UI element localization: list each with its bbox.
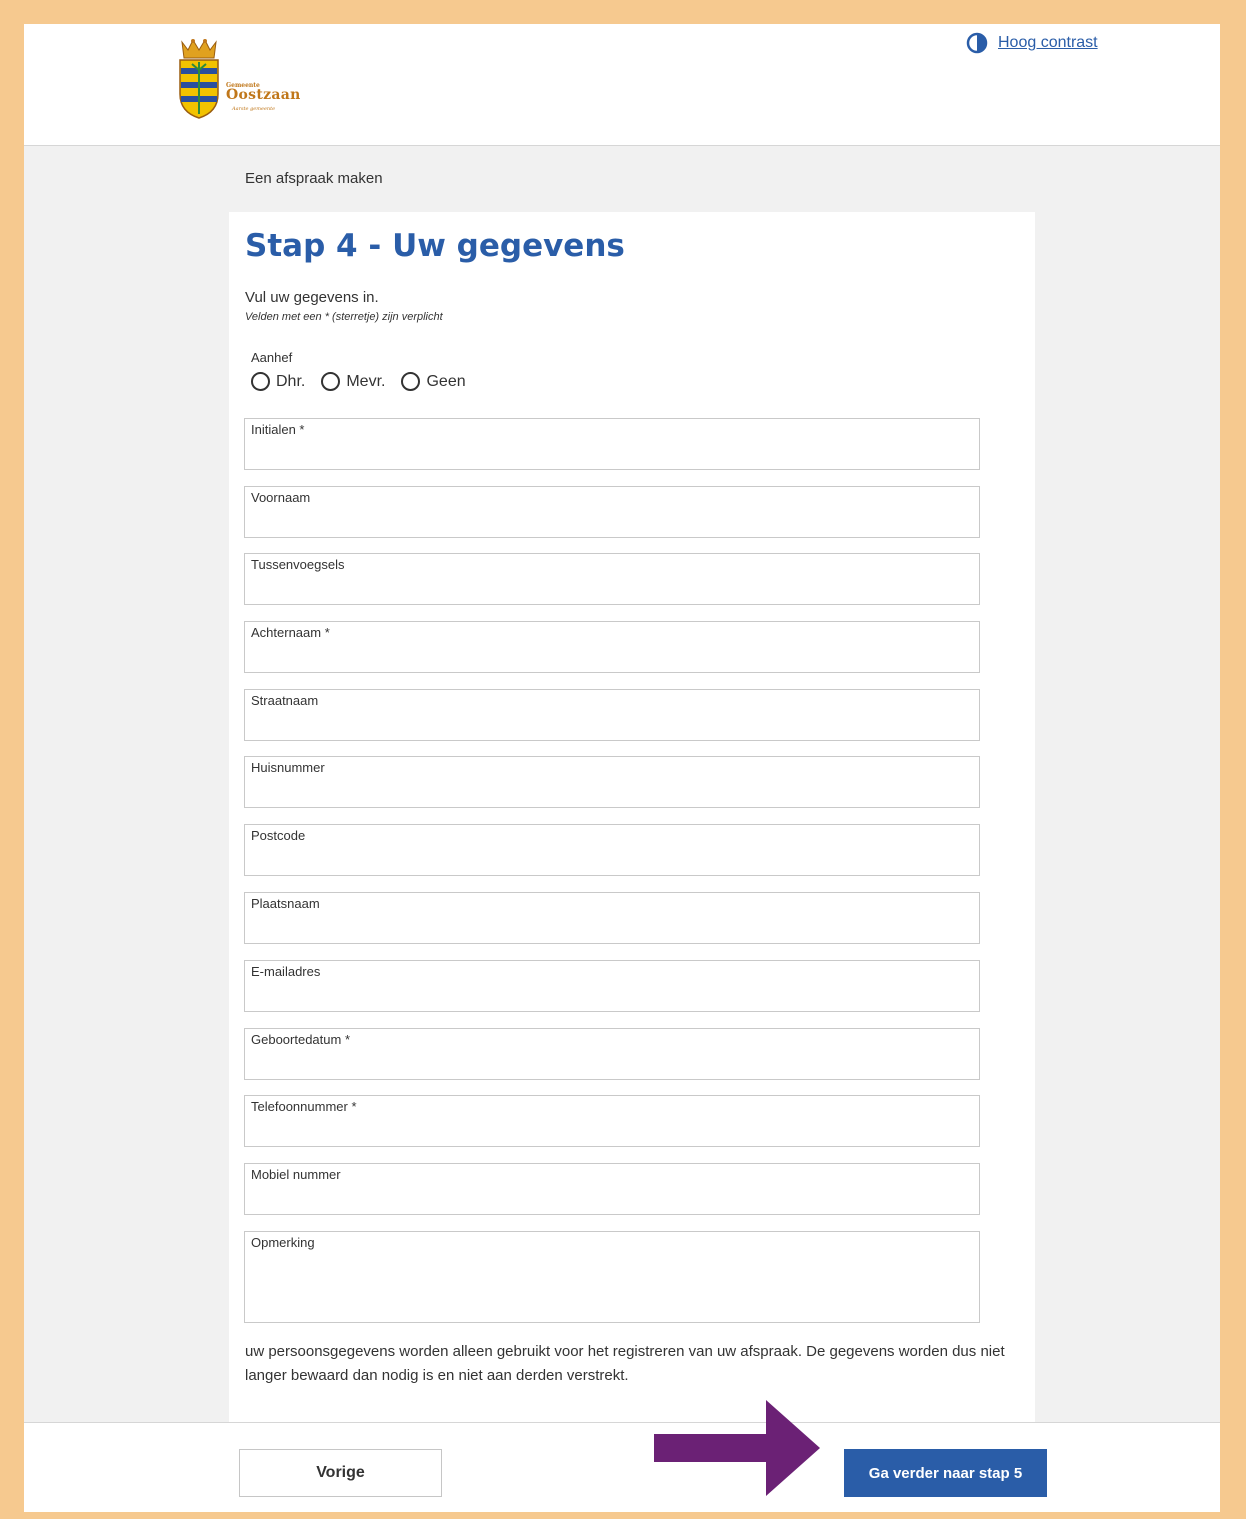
initialen-label: Initialen * [251,422,305,437]
email-field[interactable]: E-mailadres [244,960,980,1012]
page-frame: Gemeente Oostzaan Aarste gemeente Hoog c… [24,24,1220,1512]
plaatsnaam-input[interactable] [251,915,973,939]
radio-dhr[interactable] [251,372,270,391]
aanhef-label: Aanhef [251,350,293,365]
email-label: E-mailadres [251,964,321,979]
opmerking-textarea[interactable] [251,1254,973,1318]
page-title: Stap 4 - Uw gegevens [245,228,625,264]
opmerking-field[interactable]: Opmerking [244,1231,980,1323]
radio-mevr[interactable] [321,372,341,391]
telefoonnummer-input[interactable] [251,1118,973,1142]
voornaam-label: Voornaam [251,490,311,505]
mobiel-nummer-field[interactable]: Mobiel nummer [244,1163,980,1215]
breadcrumb: Een afspraak maken [245,170,383,187]
tussenvoegsels-field[interactable]: Tussenvoegsels [244,553,980,605]
geboortedatum-label: Geboortedatum * [251,1032,351,1047]
plaatsnaam-field[interactable]: Plaatsnaam [244,892,980,944]
achternaam-field[interactable]: Achternaam * [244,621,980,673]
postcode-label: Postcode [251,828,306,843]
initialen-input[interactable] [251,441,973,465]
tussenvoegsels-input[interactable] [251,576,973,600]
telefoonnummer-label: Telefoonnummer * [251,1099,357,1114]
initialen-field[interactable]: Initialen * [244,418,980,470]
opmerking-label: Opmerking [251,1235,315,1250]
mobiel-nummer-label: Mobiel nummer [251,1167,341,1182]
high-contrast-link[interactable]: Hoog contrast [966,32,1098,54]
arrow-annotation-icon [654,1400,820,1496]
geboortedatum-input[interactable] [251,1051,973,1075]
radio-geen-label: Geen [426,372,466,390]
gemeente-oostzaan-logo[interactable]: Gemeente Oostzaan Aarste gemeente [174,38,334,122]
radio-dhr-label: Dhr. [276,372,306,390]
form-intro: Vul uw gegevens in. [245,289,379,306]
voornaam-field[interactable]: Voornaam [244,486,980,538]
straatnaam-field[interactable]: Straatnaam [244,689,980,741]
geboortedatum-field[interactable]: Geboortedatum * [244,1028,980,1080]
voornaam-input[interactable] [251,509,973,533]
form-card: Stap 4 - Uw gegevens Vul uw gegevens in.… [229,212,1035,1432]
aanhef-option-dhr[interactable]: Dhr. [251,372,305,391]
telefoonnummer-field[interactable]: Telefoonnummer * [244,1095,980,1147]
huisnummer-label: Huisnummer [251,760,325,775]
form-footer: Vorige Ga verder naar stap 5 [24,1422,1220,1512]
huisnummer-field[interactable]: Huisnummer [244,756,980,808]
contrast-icon [966,32,988,54]
email-input[interactable] [251,983,973,1007]
required-hint: Velden met een * (sterretje) zijn verpli… [245,311,443,323]
coat-of-arms-icon [179,38,219,119]
privacy-notice: uw persoonsgegevens worden alleen gebrui… [245,1343,1005,1384]
radio-geen[interactable] [401,372,421,391]
aanhef-radio-group: Dhr. Mevr. Geen [251,372,466,391]
aanhef-option-mevr[interactable]: Mevr. [321,372,385,391]
postcode-input[interactable] [251,847,973,871]
straatnaam-input[interactable] [251,712,973,736]
logo-line-main: Oostzaan [226,87,301,103]
huisnummer-input[interactable] [251,779,973,803]
site-header: Gemeente Oostzaan Aarste gemeente Hoog c… [24,24,1220,146]
radio-mevr-label: Mevr. [346,372,386,390]
next-step-button[interactable]: Ga verder naar stap 5 [844,1449,1047,1497]
high-contrast-label[interactable]: Hoog contrast [998,34,1098,52]
mobiel-nummer-input[interactable] [251,1186,973,1210]
achternaam-input[interactable] [251,644,973,668]
tussenvoegsels-label: Tussenvoegsels [251,557,345,572]
aanhef-option-geen[interactable]: Geen [401,372,466,391]
logo-line-sub: Aarste gemeente [232,106,276,112]
plaatsnaam-label: Plaatsnaam [251,896,320,911]
straatnaam-label: Straatnaam [251,693,319,708]
postcode-field[interactable]: Postcode [244,824,980,876]
previous-button[interactable]: Vorige [239,1449,442,1497]
achternaam-label: Achternaam * [251,625,330,640]
